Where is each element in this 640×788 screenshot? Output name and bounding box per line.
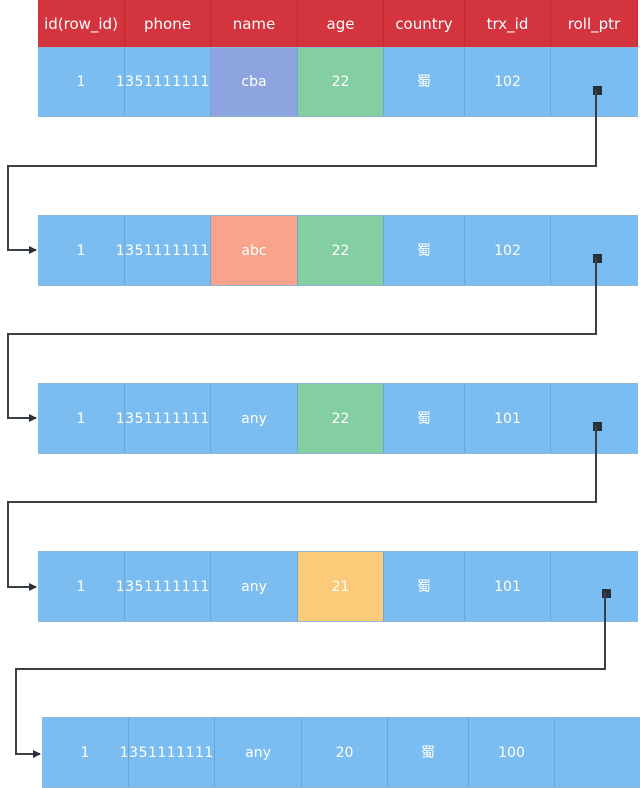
- undo-link-arrow: [7, 257, 597, 422]
- undo-link-arrow: [7, 425, 597, 591]
- undo-link-arrow: [15, 592, 606, 758]
- undo-link-arrow: [7, 90, 597, 254]
- roll-pointer-chain: [7, 90, 606, 758]
